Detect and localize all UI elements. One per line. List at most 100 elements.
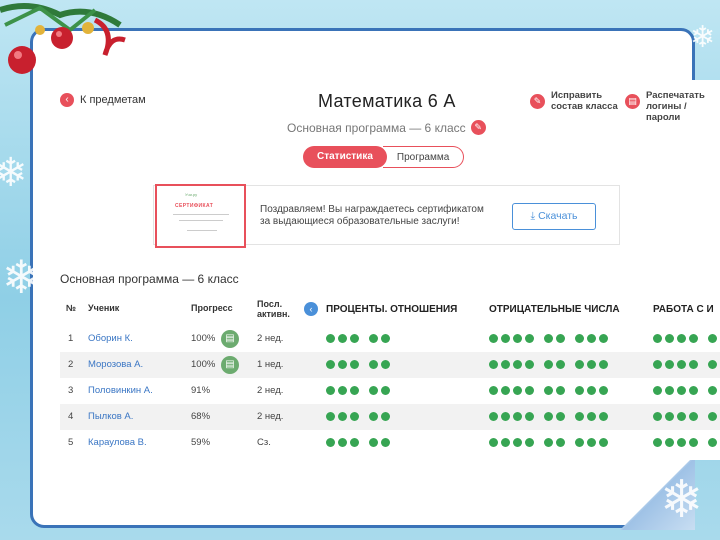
lesson-done-dot[interactable] — [338, 360, 347, 369]
lesson-done-dot[interactable] — [708, 386, 717, 395]
student-name-link[interactable]: Караулова В. — [88, 430, 147, 456]
lesson-done-dot[interactable] — [544, 386, 553, 395]
student-name-link[interactable]: Пылков А. — [88, 404, 133, 430]
lesson-done-dot[interactable] — [599, 386, 608, 395]
lesson-done-dot[interactable] — [369, 438, 378, 447]
student-name-link[interactable]: Морозова А. — [88, 352, 143, 378]
lesson-done-dot[interactable] — [326, 334, 335, 343]
topic-header[interactable]: ПРОЦЕНТЫ. ОТНОШЕНИЯ — [326, 304, 457, 315]
lesson-done-dot[interactable] — [369, 412, 378, 421]
lesson-done-dot[interactable] — [338, 438, 347, 447]
lesson-done-dot[interactable] — [556, 360, 565, 369]
lesson-done-dot[interactable] — [350, 334, 359, 343]
lesson-done-dot[interactable] — [575, 412, 584, 421]
document-icon[interactable]: ▤ — [221, 356, 239, 374]
lesson-done-dot[interactable] — [665, 438, 674, 447]
lesson-done-dot[interactable] — [575, 360, 584, 369]
lesson-done-dot[interactable] — [665, 334, 674, 343]
lesson-done-dot[interactable] — [653, 438, 662, 447]
lesson-done-dot[interactable] — [489, 412, 498, 421]
download-certificate-button[interactable]: ⤓ Скачать — [512, 203, 596, 230]
lesson-done-dot[interactable] — [575, 334, 584, 343]
lesson-done-dot[interactable] — [326, 412, 335, 421]
lesson-done-dot[interactable] — [689, 360, 698, 369]
lesson-done-dot[interactable] — [575, 438, 584, 447]
lesson-done-dot[interactable] — [708, 360, 717, 369]
lesson-done-dot[interactable] — [556, 438, 565, 447]
lesson-done-dot[interactable] — [544, 412, 553, 421]
lesson-done-dot[interactable] — [513, 438, 522, 447]
lesson-done-dot[interactable] — [689, 386, 698, 395]
tab-program[interactable]: Программа — [382, 146, 465, 168]
lesson-done-dot[interactable] — [338, 334, 347, 343]
lesson-done-dot[interactable] — [326, 386, 335, 395]
tab-statistics[interactable]: Статистика — [303, 146, 387, 168]
lesson-done-dot[interactable] — [513, 412, 522, 421]
lesson-done-dot[interactable] — [326, 360, 335, 369]
lesson-done-dot[interactable] — [544, 438, 553, 447]
lesson-done-dot[interactable] — [513, 360, 522, 369]
lesson-done-dot[interactable] — [489, 386, 498, 395]
lesson-done-dot[interactable] — [350, 360, 359, 369]
lesson-done-dot[interactable] — [689, 334, 698, 343]
lesson-done-dot[interactable] — [381, 412, 390, 421]
print-logins-button[interactable]: ▤ Распечатать логины / пароли — [625, 90, 720, 123]
lesson-done-dot[interactable] — [326, 438, 335, 447]
back-to-subjects-link[interactable]: ‹ К предметам — [60, 93, 146, 107]
lesson-done-dot[interactable] — [653, 360, 662, 369]
lesson-done-dot[interactable] — [689, 438, 698, 447]
lesson-done-dot[interactable] — [677, 438, 686, 447]
topic-header[interactable]: ОТРИЦАТЕЛЬНЫЕ ЧИСЛА — [489, 304, 620, 315]
lesson-done-dot[interactable] — [338, 412, 347, 421]
lesson-done-dot[interactable] — [556, 386, 565, 395]
lesson-done-dot[interactable] — [599, 438, 608, 447]
lesson-done-dot[interactable] — [489, 334, 498, 343]
lesson-done-dot[interactable] — [501, 386, 510, 395]
lesson-done-dot[interactable] — [653, 334, 662, 343]
lesson-done-dot[interactable] — [708, 334, 717, 343]
lesson-done-dot[interactable] — [599, 334, 608, 343]
lesson-done-dot[interactable] — [525, 438, 534, 447]
lesson-done-dot[interactable] — [525, 334, 534, 343]
lesson-done-dot[interactable] — [525, 412, 534, 421]
lesson-done-dot[interactable] — [665, 386, 674, 395]
lesson-done-dot[interactable] — [599, 412, 608, 421]
lesson-done-dot[interactable] — [350, 412, 359, 421]
lesson-done-dot[interactable] — [501, 438, 510, 447]
lesson-done-dot[interactable] — [556, 334, 565, 343]
lesson-done-dot[interactable] — [489, 438, 498, 447]
arrow-left-icon[interactable]: ‹ — [304, 302, 318, 316]
lesson-done-dot[interactable] — [665, 412, 674, 421]
lesson-done-dot[interactable] — [587, 438, 596, 447]
lesson-done-dot[interactable] — [381, 386, 390, 395]
lesson-done-dot[interactable] — [677, 334, 686, 343]
lesson-done-dot[interactable] — [501, 360, 510, 369]
student-name-link[interactable]: Оборин К. — [88, 326, 133, 352]
lesson-done-dot[interactable] — [587, 412, 596, 421]
lesson-done-dot[interactable] — [665, 360, 674, 369]
lesson-done-dot[interactable] — [369, 334, 378, 343]
lesson-done-dot[interactable] — [677, 386, 686, 395]
lesson-done-dot[interactable] — [501, 412, 510, 421]
lesson-done-dot[interactable] — [381, 334, 390, 343]
lesson-done-dot[interactable] — [525, 386, 534, 395]
lesson-done-dot[interactable] — [525, 360, 534, 369]
lesson-done-dot[interactable] — [513, 334, 522, 343]
lesson-done-dot[interactable] — [544, 334, 553, 343]
lesson-done-dot[interactable] — [708, 412, 717, 421]
lesson-done-dot[interactable] — [599, 360, 608, 369]
lesson-done-dot[interactable] — [381, 438, 390, 447]
lesson-done-dot[interactable] — [653, 412, 662, 421]
lesson-done-dot[interactable] — [556, 412, 565, 421]
lesson-done-dot[interactable] — [369, 386, 378, 395]
lesson-done-dot[interactable] — [350, 386, 359, 395]
lesson-done-dot[interactable] — [513, 386, 522, 395]
lesson-done-dot[interactable] — [653, 386, 662, 395]
edit-class-button[interactable]: ✎ Исправить состав класса — [530, 90, 618, 112]
pencil-icon[interactable]: ✎ — [470, 120, 486, 135]
lesson-done-dot[interactable] — [501, 334, 510, 343]
lesson-done-dot[interactable] — [544, 360, 553, 369]
lesson-done-dot[interactable] — [689, 412, 698, 421]
lesson-done-dot[interactable] — [587, 334, 596, 343]
lesson-done-dot[interactable] — [587, 386, 596, 395]
